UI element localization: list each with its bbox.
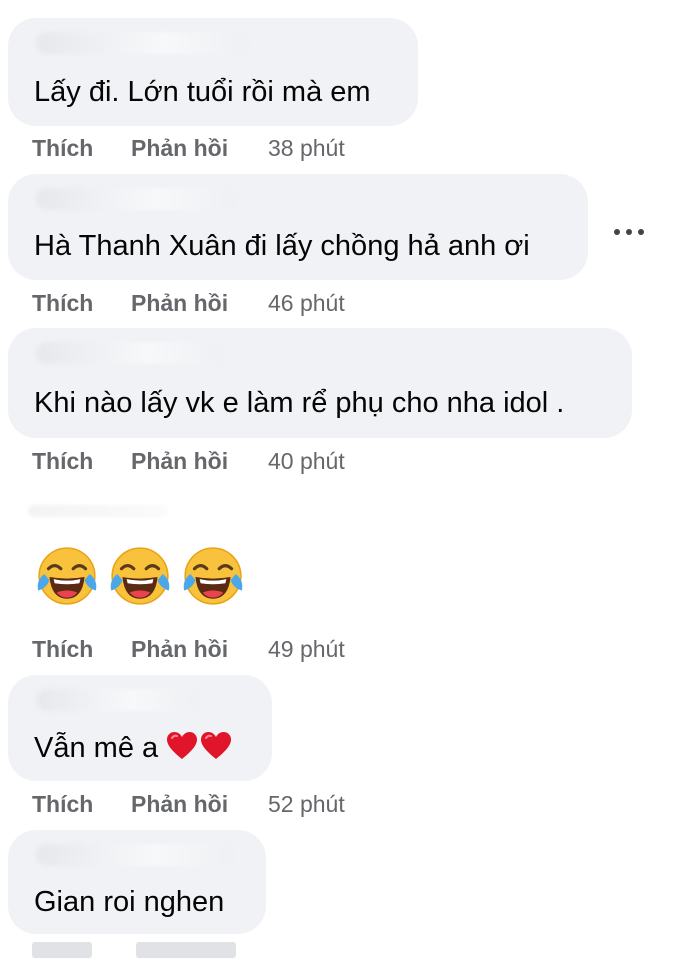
comment-timestamp[interactable]: 38 phút bbox=[268, 135, 345, 161]
red-heart-icon bbox=[167, 732, 198, 759]
reply-button-partial[interactable] bbox=[136, 942, 237, 958]
emoji-reaction-content bbox=[34, 543, 246, 609]
comment-timestamp[interactable]: 40 phút bbox=[268, 448, 345, 474]
reply-button[interactable]: Phản hồi bbox=[131, 447, 268, 475]
face-with-tears-of-joy-icon bbox=[110, 547, 170, 605]
reply-button[interactable]: Phản hồi bbox=[131, 289, 268, 317]
comment-bubble: Vẫn mê a bbox=[8, 675, 272, 781]
comment-bubble: Gian roi nghen bbox=[8, 830, 266, 934]
author-name-redacted bbox=[36, 844, 234, 866]
face-with-tears-of-joy-icon bbox=[183, 547, 243, 605]
comment-timestamp[interactable]: 49 phút bbox=[268, 636, 345, 662]
author-name-redacted bbox=[36, 689, 198, 711]
comment-text: Hà Thanh Xuân đi lấy chồng hả anh ơi bbox=[34, 230, 530, 262]
comment-bubble: Lấy đi. Lớn tuổi rồi mà em bbox=[8, 18, 418, 126]
author-name-redacted bbox=[36, 342, 224, 364]
like-button[interactable]: Thích bbox=[32, 289, 131, 317]
like-button[interactable]: Thích bbox=[32, 790, 131, 818]
comment-text: Lấy đi. Lớn tuổi rồi mà em bbox=[34, 76, 371, 108]
comment-actions: Thích Phản hồi 38 phút bbox=[32, 134, 345, 162]
author-name-redacted bbox=[28, 505, 168, 517]
red-heart-icon bbox=[201, 732, 232, 759]
comment-timestamp[interactable]: 46 phút bbox=[268, 290, 345, 316]
comment-actions: Thích Phản hồi 52 phút bbox=[32, 790, 345, 818]
like-button[interactable]: Thích bbox=[32, 635, 131, 663]
reply-button[interactable]: Phản hồi bbox=[131, 790, 268, 818]
comment-bubble: Hà Thanh Xuân đi lấy chồng hả anh ơi bbox=[8, 174, 588, 280]
comment-actions: Thích Phản hồi 40 phút bbox=[32, 447, 345, 475]
comment-text: Vẫn mê a bbox=[34, 731, 232, 765]
comment-text: Gian roi nghen bbox=[34, 886, 225, 918]
comment-timestamp[interactable]: 52 phút bbox=[268, 791, 345, 817]
like-button-partial[interactable] bbox=[32, 942, 92, 958]
comment-bubble: Khi nào lấy vk e làm rể phụ cho nha idol… bbox=[8, 328, 632, 438]
comment-text-content: Vẫn mê a bbox=[34, 732, 159, 764]
comment-actions: Thích Phản hồi 49 phút bbox=[32, 635, 345, 663]
like-button[interactable]: Thích bbox=[32, 134, 131, 162]
face-with-tears-of-joy-icon bbox=[37, 547, 97, 605]
comment-actions: Thích Phản hồi 46 phút bbox=[32, 289, 345, 317]
reply-button[interactable]: Phản hồi bbox=[131, 635, 268, 663]
reply-button[interactable]: Phản hồi bbox=[131, 134, 268, 162]
hearts-group bbox=[166, 731, 232, 761]
comment-text: Khi nào lấy vk e làm rể phụ cho nha idol… bbox=[34, 387, 565, 419]
author-name-redacted bbox=[36, 188, 236, 210]
like-button[interactable]: Thích bbox=[32, 447, 131, 475]
more-options-icon[interactable] bbox=[614, 228, 644, 236]
comment-actions-cut-off bbox=[32, 936, 237, 964]
author-name-redacted bbox=[36, 32, 248, 54]
